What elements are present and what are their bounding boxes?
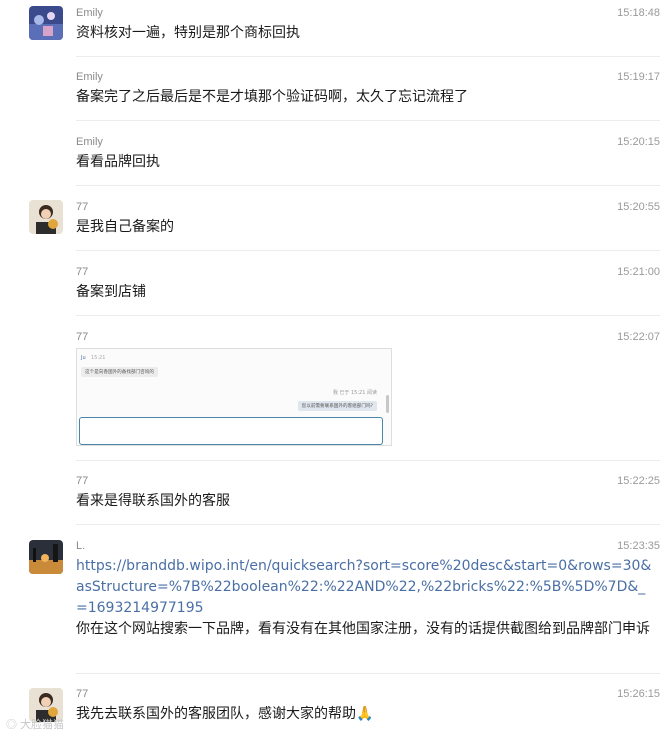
shot-left-bubble: 这个是向香国外的备找部门咨询的 xyxy=(81,367,158,377)
message-text: 你在这个网站搜索一下品牌，看有没有在其他国家注册，没有的话提供截图给到品牌部门申… xyxy=(76,621,650,637)
shot-right-meta: 我 已于 15:21 阅读 xyxy=(332,390,377,396)
timestamp: 15:20:15 xyxy=(617,136,660,148)
timestamp: 15:22:07 xyxy=(617,331,660,343)
screenshot-image[interactable]: Ju 15:21 这个是向香国外的备找部门咨询的 我 已于 15:21 阅读 您… xyxy=(76,348,392,446)
shot-sender-name: Ju xyxy=(81,355,86,361)
divider xyxy=(76,524,660,525)
sender-name: L. xyxy=(76,540,86,552)
avatar-l[interactable] xyxy=(29,540,63,574)
watermark: ◎ 大脸猫猫 xyxy=(6,716,64,732)
weibo-icon: ◎ xyxy=(6,719,21,731)
divider xyxy=(76,120,660,121)
sender-name: 77 xyxy=(76,475,89,487)
divider xyxy=(76,315,660,316)
sender-name: 77 xyxy=(76,331,89,343)
message-text: 备案完了之后最后是不是才填那个验证码啊，太久了忘记流程了 xyxy=(76,89,468,105)
shot-input-box xyxy=(79,417,383,445)
message-text: 是我自己备案的 xyxy=(76,219,174,235)
sender-name: Emily xyxy=(76,71,103,83)
sender-name: Emily xyxy=(76,7,103,19)
avatar-77[interactable] xyxy=(29,200,63,234)
sender-name: 77 xyxy=(76,266,89,278)
message-text: 资料核对一遍，特别是那个商标回执 xyxy=(76,25,300,41)
shot-scrollbar xyxy=(386,395,389,413)
timestamp: 15:23:35 xyxy=(617,540,660,552)
divider xyxy=(76,56,660,57)
timestamp: 15:22:25 xyxy=(617,475,660,487)
timestamp: 15:21:00 xyxy=(617,266,660,278)
message-text: 看来是得联系国外的客服 xyxy=(76,493,230,509)
watermark-text: 大脸猫猫 xyxy=(20,719,65,731)
timestamp: 15:18:48 xyxy=(617,7,660,19)
divider xyxy=(76,250,660,251)
divider xyxy=(76,673,660,674)
sender-name: 77 xyxy=(76,201,89,213)
timestamp: 15:20:55 xyxy=(617,201,660,213)
timestamp: 15:19:17 xyxy=(617,71,660,83)
message-text: 看看品牌回执 xyxy=(76,154,160,170)
divider xyxy=(76,185,660,186)
shot-right-bubble: 您以前需要联系国外的客组部门吗? xyxy=(297,401,377,411)
message-text: 备案到店铺 xyxy=(76,284,146,300)
shot-sender-time: 15:21 xyxy=(91,355,106,361)
divider xyxy=(76,460,660,461)
message-text: 我先去联系国外的客服团队，感谢大家的帮助🙏 xyxy=(76,706,374,722)
sender-name: 77 xyxy=(76,688,89,700)
timestamp: 15:26:15 xyxy=(617,688,660,700)
sender-name: Emily xyxy=(76,136,103,148)
avatar-emily[interactable] xyxy=(29,6,63,40)
message-link[interactable]: https://branddb.wipo.int/en/quicksearch?… xyxy=(76,556,656,619)
